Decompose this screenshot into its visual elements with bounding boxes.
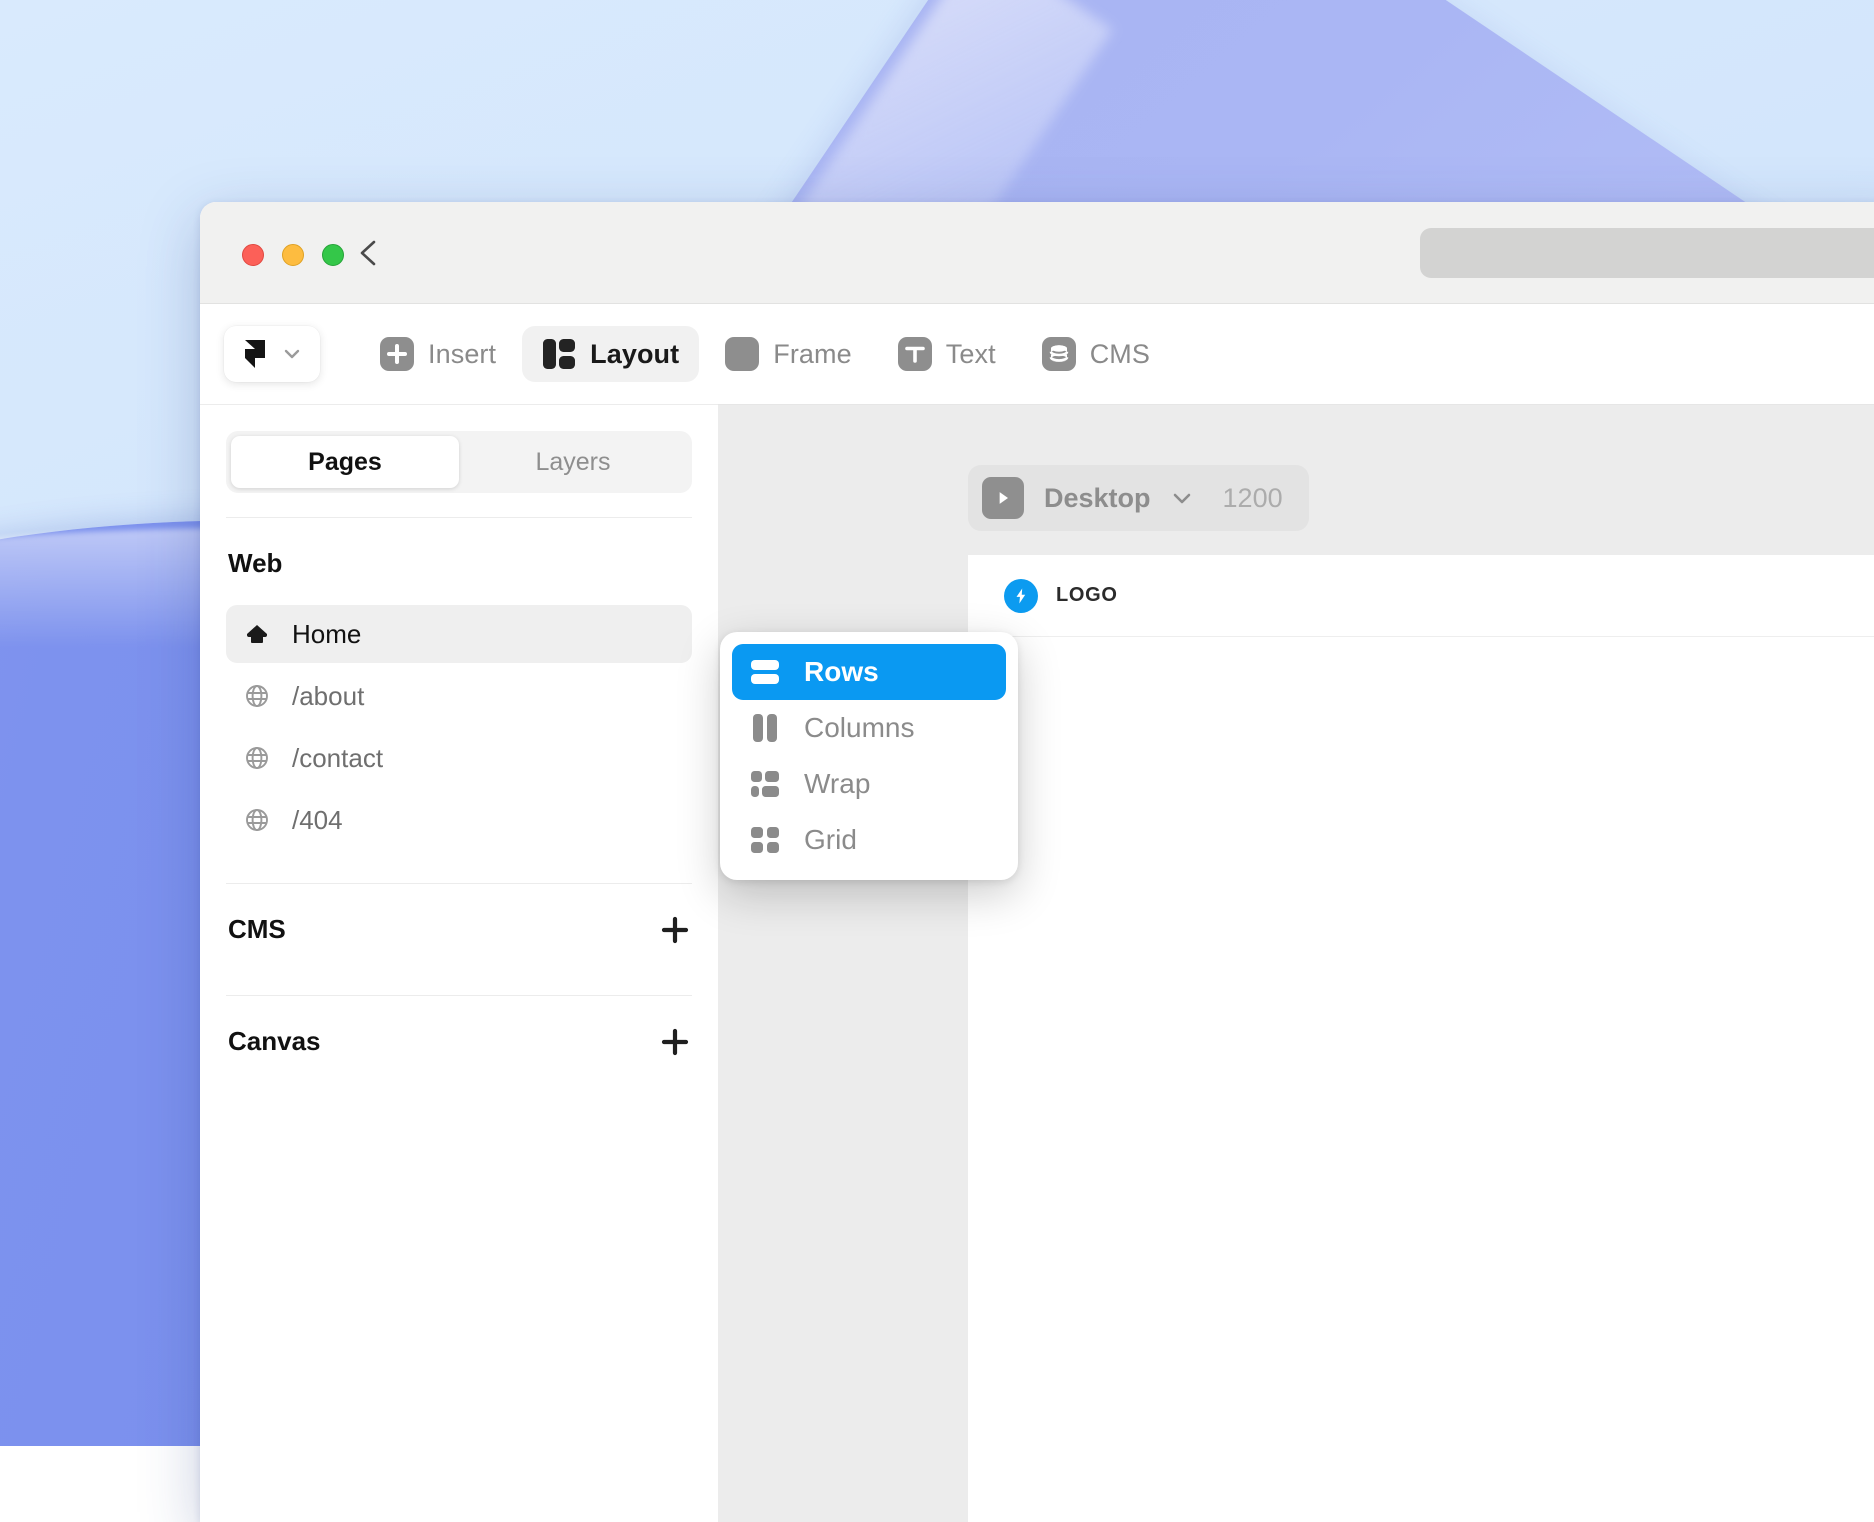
wrap-icon: [750, 769, 780, 799]
layout-panels-icon: [542, 337, 576, 371]
tab-layers[interactable]: Layers: [459, 436, 687, 488]
chevron-down-icon[interactable]: [1171, 487, 1193, 509]
text-t-icon: [898, 337, 932, 371]
chevron-down-icon: [282, 344, 302, 364]
globe-icon: [244, 807, 270, 833]
home-icon: [244, 621, 270, 647]
section-header-canvas: Canvas: [226, 996, 692, 1083]
breakpoint-label: Desktop: [1044, 483, 1151, 514]
window-body: Pages Layers Web Home: [200, 404, 1874, 1522]
menu-item-wrap[interactable]: Wrap: [732, 756, 1006, 812]
page-item-contact[interactable]: /contact: [226, 729, 692, 787]
columns-icon: [750, 713, 780, 743]
toolbar-item-label: Frame: [773, 339, 852, 370]
page-label: /about: [292, 681, 364, 712]
toolbar-item-label: Text: [946, 339, 996, 370]
left-sidebar: Pages Layers Web Home: [200, 404, 718, 1522]
menu-item-label: Wrap: [804, 768, 870, 800]
menu-item-grid[interactable]: Grid: [732, 812, 1006, 868]
tab-pages[interactable]: Pages: [231, 436, 459, 488]
zoom-button[interactable]: [322, 244, 344, 266]
add-cms-button[interactable]: [660, 915, 690, 945]
globe-icon: [244, 745, 270, 771]
chevron-left-icon[interactable]: [352, 236, 386, 270]
plus-square-icon: [380, 337, 414, 371]
toolbar-item-insert[interactable]: Insert: [360, 326, 516, 382]
menu-item-label: Grid: [804, 824, 857, 856]
page-label: Home: [292, 619, 361, 650]
breakpoint-width: 1200: [1223, 483, 1283, 514]
section-header-cms: CMS: [226, 884, 692, 971]
frame-logo-text: LOGO: [1056, 584, 1118, 607]
traffic-lights: [242, 244, 344, 266]
search-input[interactable]: [1420, 228, 1874, 278]
page-item-404[interactable]: /404: [226, 791, 692, 849]
minimize-button[interactable]: [282, 244, 304, 266]
frame-square-icon: [725, 337, 759, 371]
layout-dropdown-menu: Rows Columns Wrap: [720, 632, 1018, 880]
menu-item-rows[interactable]: Rows: [732, 644, 1006, 700]
app-window: Insert Layout Frame: [200, 202, 1874, 1522]
toolbar-item-frame[interactable]: Frame: [705, 326, 872, 382]
menu-item-columns[interactable]: Columns: [732, 700, 1006, 756]
toolbar-item-cms[interactable]: CMS: [1022, 326, 1170, 382]
page-label: /contact: [292, 743, 383, 774]
database-icon: [1042, 337, 1076, 371]
globe-icon: [244, 683, 270, 709]
section-title: CMS: [228, 914, 286, 945]
main-toolbar: Insert Layout Frame: [200, 304, 1874, 404]
toolbar-item-label: CMS: [1090, 339, 1150, 370]
menu-item-label: Columns: [804, 712, 914, 744]
page-item-about[interactable]: /about: [226, 667, 692, 725]
toolbar-item-text[interactable]: Text: [878, 326, 1016, 382]
lightning-bolt-icon: [1004, 579, 1038, 613]
rows-icon: [750, 657, 780, 687]
section-title: Web: [228, 548, 282, 579]
window-titlebar: [200, 202, 1874, 304]
page-item-home[interactable]: Home: [226, 605, 692, 663]
frame-preview[interactable]: LOGO: [968, 555, 1874, 1522]
section-header-web: Web: [226, 518, 692, 605]
design-canvas[interactable]: Desktop 1200 LOGO: [718, 404, 1874, 1522]
toolbar-item-label: Layout: [590, 339, 679, 370]
frame-navbar: LOGO: [968, 555, 1874, 637]
sidebar-tabs: Pages Layers: [226, 431, 692, 493]
breakpoint-selector[interactable]: Desktop 1200: [968, 465, 1309, 531]
menu-item-label: Rows: [804, 656, 879, 688]
play-icon[interactable]: [982, 477, 1024, 519]
grid-icon: [750, 825, 780, 855]
page-label: /404: [292, 805, 343, 836]
add-canvas-button[interactable]: [660, 1027, 690, 1057]
toolbar-item-layout[interactable]: Layout: [522, 326, 699, 382]
toolbar-item-label: Insert: [428, 339, 496, 370]
brand-menu-button[interactable]: [224, 326, 320, 382]
close-button[interactable]: [242, 244, 264, 266]
framer-logo-icon: [242, 339, 268, 369]
section-title: Canvas: [228, 1026, 321, 1057]
